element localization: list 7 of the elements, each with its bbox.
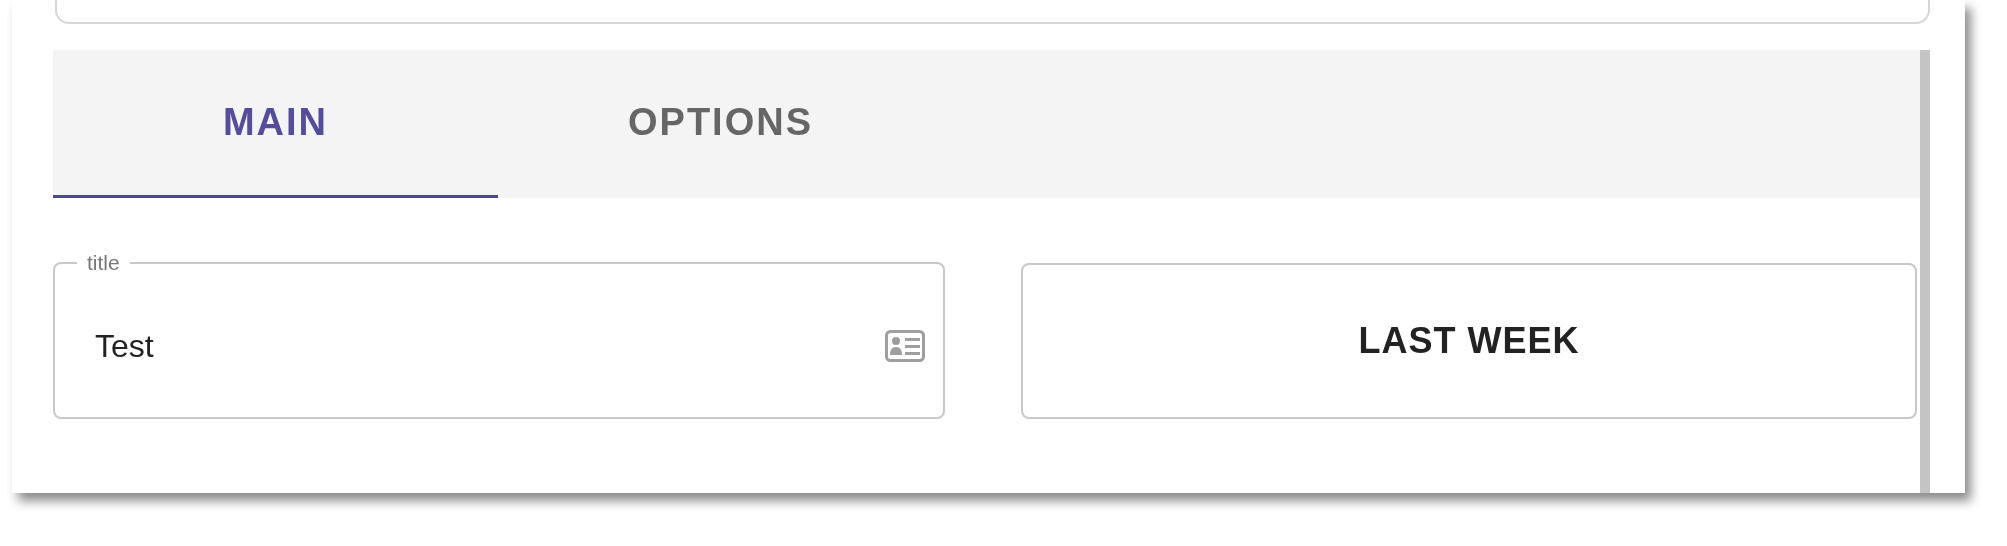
tab[interactable]: MAIN [53, 50, 498, 198]
field-value[interactable]: Test [95, 327, 885, 365]
tab[interactable]: OPTIONS [498, 50, 943, 198]
scrollbar[interactable] [1920, 50, 1930, 493]
contact-card-icon [885, 330, 925, 362]
last-week-button[interactable]: LAST WEEK [1021, 263, 1917, 419]
field-label: title [86, 251, 121, 275]
